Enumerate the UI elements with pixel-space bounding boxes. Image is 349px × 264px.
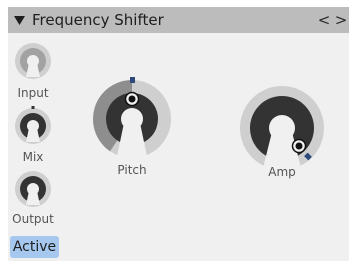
output-knob[interactable] [13, 169, 53, 209]
collapse-triangle-icon[interactable] [13, 13, 26, 27]
mix-label: Mix [22, 150, 44, 164]
pitch-knob[interactable] [90, 77, 174, 161]
prev-preset-button[interactable]: < [317, 10, 331, 30]
device-panel: Frequency Shifter < > Input Mix Output P… [8, 7, 349, 261]
amp-knob[interactable] [238, 84, 326, 172]
active-toggle-button[interactable]: Active [10, 236, 59, 258]
input-knob[interactable] [13, 41, 53, 81]
device-title: Frequency Shifter [32, 11, 164, 29]
amp-label: Amp [268, 165, 296, 179]
mix-knob[interactable] [13, 106, 53, 146]
device-title-bar: Frequency Shifter < > [8, 7, 349, 33]
output-label: Output [12, 212, 54, 226]
pitch-label: Pitch [117, 163, 147, 177]
input-label: Input [17, 86, 49, 100]
next-preset-button[interactable]: > [334, 10, 348, 30]
